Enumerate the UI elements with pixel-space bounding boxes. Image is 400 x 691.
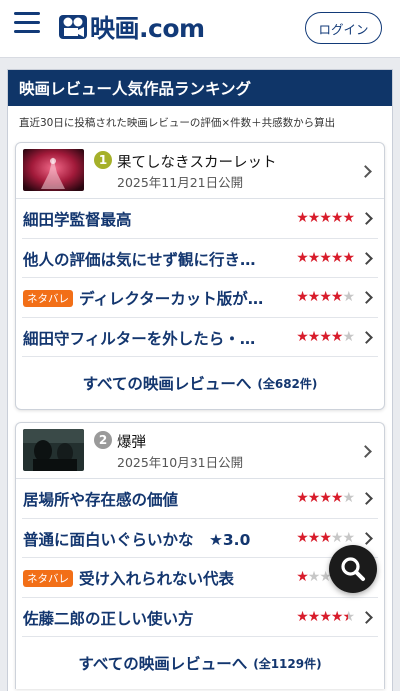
star-rating: ★★★★★ <box>296 608 355 625</box>
release-date: 2025年11月21日公開 <box>117 175 244 190</box>
all-reviews-link[interactable]: すべての映画レビューへ (全682件) <box>16 357 384 409</box>
film-thumbnail[interactable] <box>23 429 84 471</box>
star-rating: ★★★★★ <box>296 328 355 345</box>
ranking-title: 映画レビュー人気作品ランキング <box>8 70 392 106</box>
review-row[interactable]: 佐藤二郎の正しい使い方 ★★★★★ <box>22 598 378 637</box>
film-title[interactable]: 爆弾 <box>117 431 146 452</box>
star-rating: ★★★★★ <box>296 490 355 506</box>
rank-badge: 1 <box>94 151 112 169</box>
review-title: 細田学監督最高 <box>23 211 132 229</box>
film-header[interactable]: 1 果てしなきスカーレット 2025年11月21日公開 <box>16 143 384 199</box>
review-count: (全682件) <box>257 376 318 391</box>
review-count: (全1129件) <box>253 656 322 671</box>
review-title: 普通に面白いぐらいかな ★3.0 <box>23 530 251 549</box>
ranking-note: 直近30日に投稿された映画レビューの評価×件数＋共感数から算出 <box>19 117 336 129</box>
review-ranking-panel: 映画レビュー人気作品ランキング 直近30日に投稿された映画レビューの評価×件数＋… <box>7 69 393 691</box>
review-row[interactable]: 細田守フィルターを外したら・… ★★★★★ <box>22 318 378 357</box>
site-logo[interactable]: 映画.com <box>58 12 205 43</box>
chevron-right-icon <box>360 291 373 304</box>
chevron-right-icon <box>359 165 372 178</box>
chevron-right-icon <box>360 531 373 545</box>
search-button[interactable] <box>329 545 377 593</box>
release-date: 2025年10月31日公開 <box>117 455 244 470</box>
chevron-right-icon <box>359 445 372 458</box>
rank-badge: 2 <box>94 431 112 449</box>
logo-camera-icon <box>59 15 87 39</box>
review-title: ネタバレ ディレクターカット版が… <box>23 287 283 309</box>
review-row[interactable]: ネタバレ受け入れられない代表 ★★★★★ <box>22 558 378 598</box>
menu-icon[interactable] <box>14 12 40 34</box>
review-row[interactable]: 居場所や存在感の価値 ★★★★★ <box>22 479 378 519</box>
chevron-right-icon <box>360 330 373 344</box>
star-rating: ★★★★★ <box>296 249 355 266</box>
spoiler-badge: ネタバレ <box>23 570 73 587</box>
review-title: 佐藤二郎の正しい使い方 <box>23 609 194 628</box>
review-title-text: 受け入れられない代表 <box>79 570 235 588</box>
all-reviews-label: すべての映画レビューへ <box>78 655 248 673</box>
chevron-right-icon <box>360 610 373 624</box>
film-card: 2 爆弾 2025年10月31日公開 居場所や存在感の価値 ★★★★★ 普通に面… <box>15 422 385 689</box>
star-rating: ★★★★★ <box>296 289 355 305</box>
top-bar: 映画.com ログイン <box>0 0 400 58</box>
film-thumbnail[interactable] <box>23 149 84 191</box>
all-reviews-link[interactable]: すべての映画レビューへ (全1129件) <box>16 637 384 689</box>
review-title: 細田守フィルターを外したら・… <box>23 329 256 348</box>
star-rating: ★★★★★ <box>296 210 355 226</box>
chevron-right-icon <box>360 251 373 265</box>
review-title: 他人の評価は気にせず観に行き… <box>23 250 256 269</box>
review-row[interactable]: 細田学監督最高 ★★★★★ <box>22 199 378 239</box>
spoiler-badge: ネタバレ <box>23 290 73 307</box>
film-card: 1 果てしなきスカーレット 2025年11月21日公開 細田学監督最高 ★★★★… <box>15 142 385 410</box>
star-rating: ★★★★★ <box>296 529 355 546</box>
review-row[interactable]: ネタバレ ディレクターカット版が… ★★★★★ <box>22 278 378 318</box>
search-icon <box>341 557 365 581</box>
film-title[interactable]: 果てしなきスカーレット <box>117 151 277 172</box>
review-row[interactable]: 他人の評価は気にせず観に行き… ★★★★★ <box>22 239 378 278</box>
film-header[interactable]: 2 爆弾 2025年10月31日公開 <box>16 423 384 479</box>
review-title-text: ディレクターカット版が… <box>79 290 264 308</box>
logo-text: 映画.com <box>90 14 205 43</box>
login-button[interactable]: ログイン <box>305 12 382 44</box>
chevron-right-icon <box>360 492 373 505</box>
review-row[interactable]: 普通に面白いぐらいかな ★3.0 ★★★★★ <box>22 519 378 558</box>
chevron-right-icon <box>360 212 373 225</box>
all-reviews-label: すべての映画レビューへ <box>82 375 252 393</box>
review-title: 居場所や存在感の価値 <box>23 491 179 509</box>
review-title: ネタバレ 受け入れられない代表 <box>23 567 283 589</box>
